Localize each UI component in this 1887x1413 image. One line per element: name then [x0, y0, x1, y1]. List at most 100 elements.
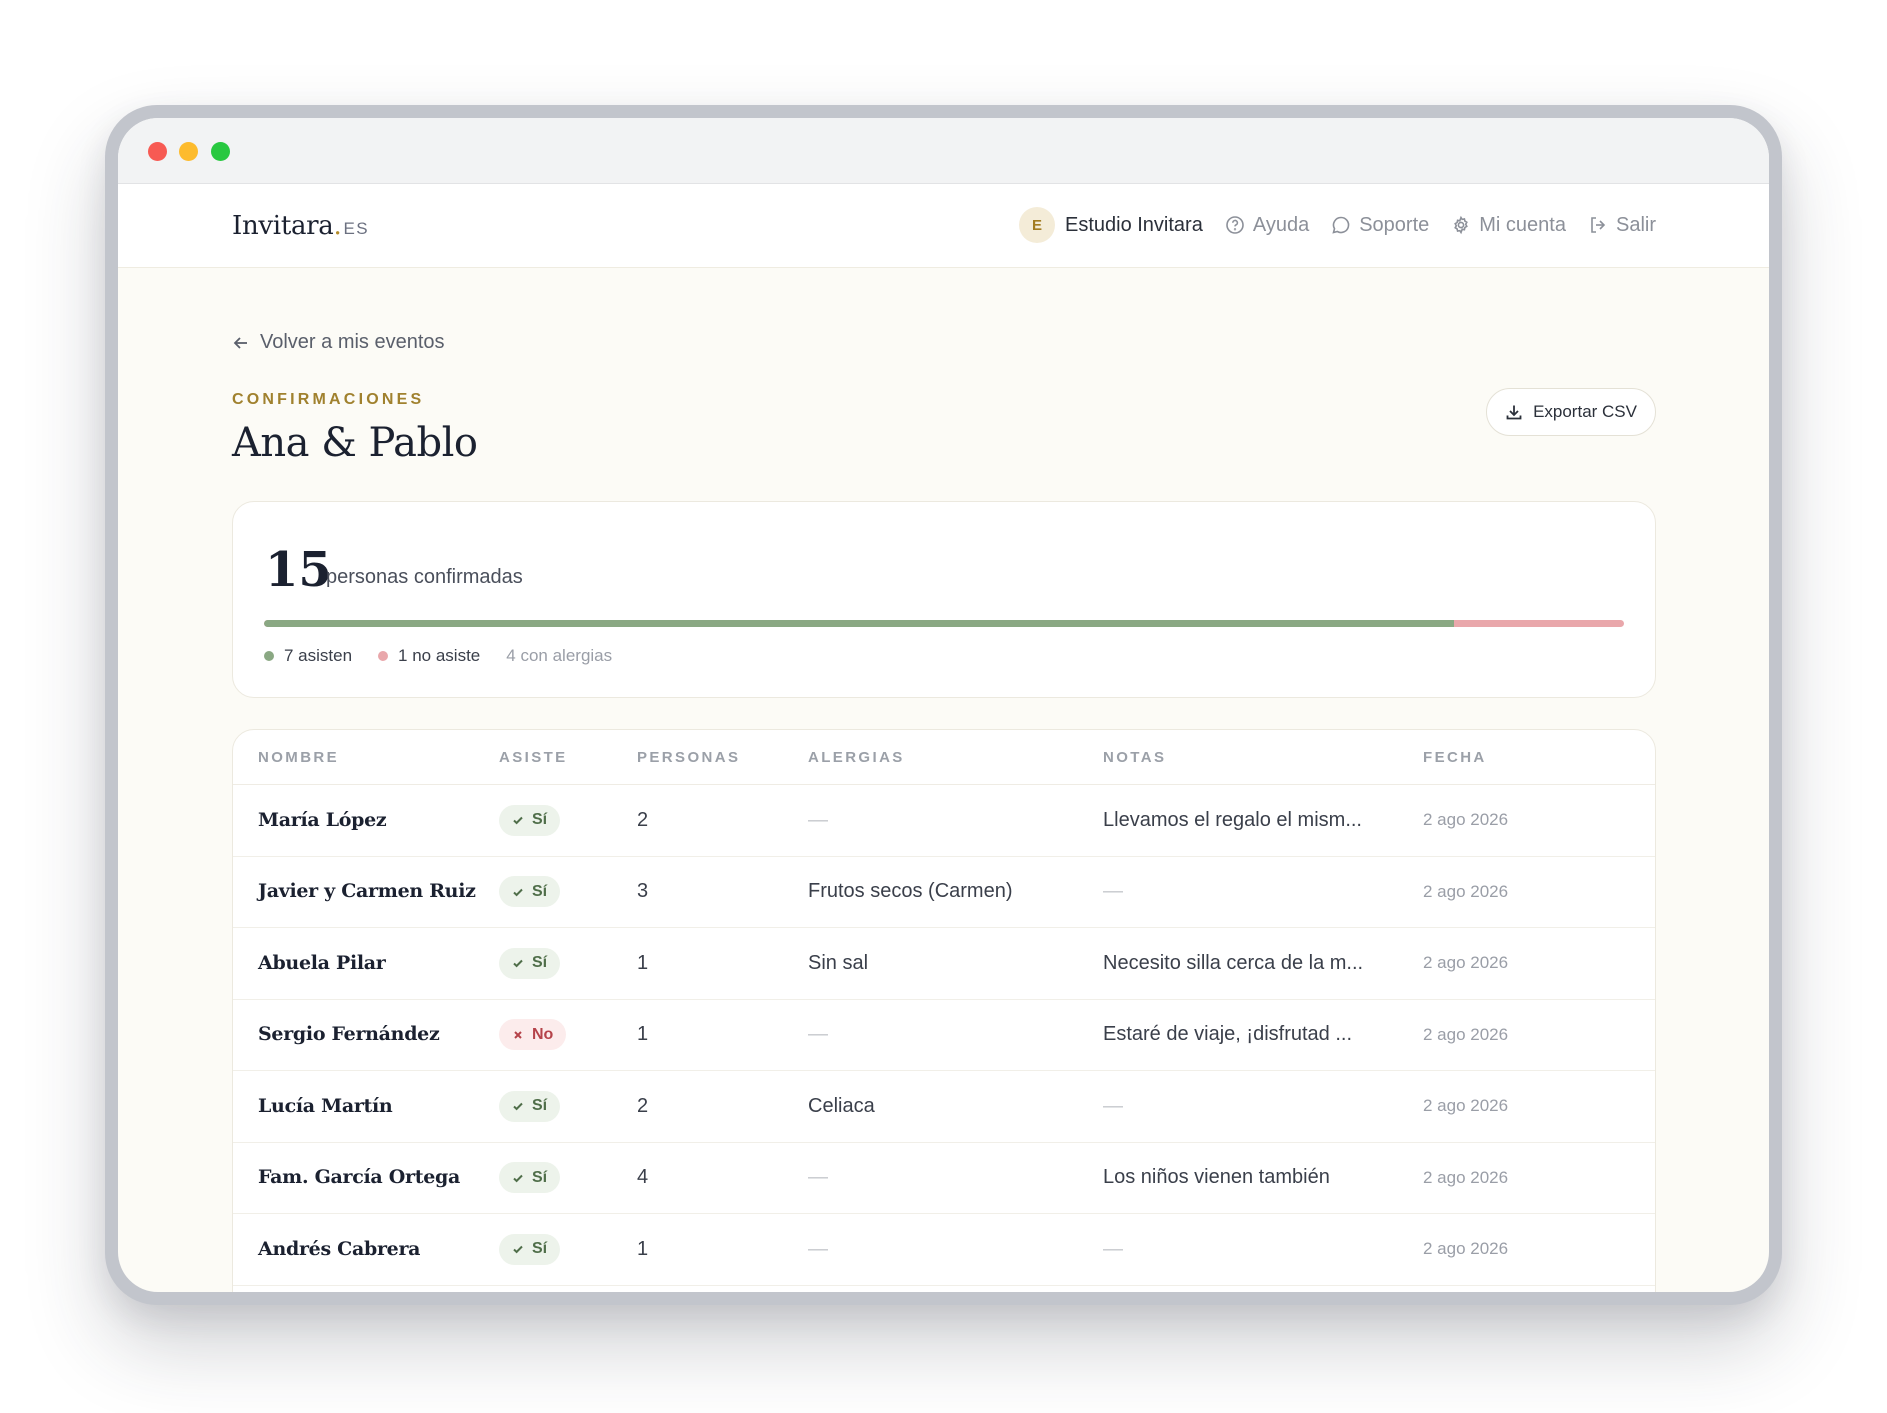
- back-to-events-link[interactable]: Volver a mis eventos: [232, 331, 445, 354]
- cell-date: 2 ago 2026: [1423, 810, 1509, 830]
- cell-allergies: —: [808, 808, 828, 831]
- cell-attends: Sí: [499, 1233, 637, 1265]
- attendance-badge-label: Sí: [532, 1097, 548, 1115]
- brand-dot: .: [333, 211, 342, 241]
- nav-logout-label: Salir: [1615, 213, 1656, 236]
- column-header-people[interactable]: PERSONAS: [637, 749, 808, 766]
- legend-allergies: 4 con alergias: [506, 646, 612, 666]
- back-link-label: Volver a mis eventos: [260, 331, 445, 353]
- x-icon: [514, 1031, 522, 1039]
- column-header-name[interactable]: NOMBRE: [233, 749, 499, 766]
- cell-attends: Sí: [499, 1162, 637, 1194]
- cell-people: 1: [637, 1023, 649, 1046]
- legend-attending-label: 7 asisten: [284, 646, 353, 665]
- attendance-badge-label: Sí: [532, 882, 548, 900]
- cell-name: Sergio Fernández: [233, 1023, 499, 1046]
- cell-people: 3: [637, 880, 649, 903]
- attendance-badge-label: Sí: [532, 811, 548, 829]
- cell-people: 1: [637, 951, 649, 974]
- help-circle-icon: [1226, 216, 1244, 234]
- table-row[interactable]: Andrés Cabrera Sí 1 — — 2 ago 2026: [233, 1214, 1655, 1286]
- cell-people: 2: [637, 1094, 649, 1117]
- check-icon: [513, 960, 523, 968]
- cell-name: Javier y Carmen Ruiz: [233, 880, 499, 903]
- cell-date: 2 ago 2026: [1423, 1024, 1509, 1044]
- guest-name: Fam. García Ortega: [258, 1166, 460, 1189]
- attendance-badge-label: No: [532, 1025, 554, 1043]
- user-name: Estudio Invitara: [1064, 213, 1203, 236]
- browser-window: Invitara. ES E Estudio Invitara Ayuda Sop…: [118, 118, 1769, 1292]
- nav-help-label: Ayuda: [1252, 213, 1310, 236]
- table-row[interactable]: Abuela Pilar Sí 1 Sin sal Necesito silla cer…: [233, 928, 1655, 1000]
- table-row[interactable]: Sergio Fernández No 1 — Estaré de viaje, ¡di…: [233, 1000, 1655, 1071]
- close-window-button[interactable]: [148, 142, 167, 161]
- check-icon: [513, 1246, 523, 1254]
- brand-logo[interactable]: Invitara. ES: [232, 211, 369, 241]
- export-csv-button[interactable]: Exportar CSV: [1486, 388, 1656, 436]
- attendance-badge: Sí: [499, 876, 561, 908]
- cell-allergies: —: [808, 1237, 828, 1260]
- cell-allergies: —: [808, 1166, 828, 1189]
- cell-attends: Sí: [499, 876, 637, 908]
- attendance-badge: Sí: [499, 947, 561, 979]
- minimize-window-button[interactable]: [179, 142, 198, 161]
- cell-people: 4: [637, 1166, 649, 1189]
- attendance-progress-bar: [264, 620, 1624, 627]
- cell-attends: Sí: [499, 1090, 637, 1122]
- cell-notes: Llevamos el regalo el mism...: [1103, 808, 1362, 831]
- cell-allergies: Sin sal: [808, 951, 869, 974]
- export-csv-label: Exportar CSV: [1533, 402, 1637, 421]
- maximize-window-button[interactable]: [211, 142, 230, 161]
- cell-attends: No: [499, 1019, 637, 1051]
- top-navigation: Invitara. ES E Estudio Invitara Ayuda Sop…: [118, 184, 1769, 268]
- cell-notes: —: [1103, 1094, 1123, 1117]
- column-header-allergies[interactable]: ALERGIAS: [808, 749, 1103, 766]
- user-menu[interactable]: E Estudio Invitara: [1018, 207, 1203, 243]
- cell-allergies: Frutos secos (Carmen): [808, 880, 1013, 903]
- table-row[interactable]: Fam. García Ortega Sí 4 — Los niños vienen t…: [233, 1143, 1655, 1214]
- brand-name: Invitara: [232, 211, 334, 241]
- cell-allergies: Celiaca: [808, 1094, 875, 1117]
- attendance-badge: Sí: [499, 1162, 561, 1194]
- cell-date: 2 ago 2026: [1423, 953, 1509, 973]
- guest-name: Andrés Cabrera: [258, 1237, 421, 1260]
- guest-name: Lucía Martín: [258, 1094, 393, 1117]
- table-body: María López Sí 2 — Llevamos el regalo el mis…: [233, 785, 1655, 1286]
- table-row[interactable]: María López Sí 2 — Llevamos el regalo el mis…: [233, 785, 1655, 857]
- cell-attends: Sí: [499, 947, 637, 979]
- rsvp-table: NOMBRE ASISTE PERSONAS ALERGIAS NOTAS FE…: [232, 729, 1656, 1292]
- section-eyebrow: CONFIRMACIONES: [232, 391, 425, 408]
- page-title: Ana & Pablo: [232, 420, 478, 466]
- nav-help-link[interactable]: Ayuda: [1225, 214, 1309, 237]
- attendance-badge-label: Sí: [532, 1240, 548, 1258]
- legend-not-attending-swatch: [378, 651, 389, 661]
- column-header-date[interactable]: FECHA: [1423, 749, 1655, 766]
- table-row[interactable]: Javier y Carmen Ruiz Sí 3 Frutos secos (Car…: [233, 857, 1655, 928]
- cell-attends: Sí: [499, 804, 637, 836]
- brand-tld: ES: [343, 219, 370, 238]
- attendance-badge: No: [499, 1019, 567, 1051]
- cell-date: 2 ago 2026: [1423, 1096, 1509, 1116]
- arrow-left-icon: [233, 336, 247, 349]
- window-titlebar: [118, 118, 1769, 184]
- nav-account-link[interactable]: Mi cuenta: [1451, 214, 1566, 237]
- confirmed-count: 15: [265, 542, 332, 598]
- nav-support-link[interactable]: Soporte: [1331, 214, 1429, 237]
- column-header-notes[interactable]: NOTAS: [1103, 749, 1423, 766]
- check-icon: [513, 1174, 523, 1183]
- cell-notes: —: [1103, 880, 1123, 903]
- cell-notes: Estaré de viaje, ¡disfrutad ...: [1103, 1023, 1353, 1046]
- legend-attending: 7 asisten: [264, 646, 352, 666]
- nav-links: E Estudio Invitara Ayuda Soporte Mi cuen…: [1018, 207, 1656, 243]
- nav-account-label: Mi cuenta: [1479, 213, 1566, 236]
- attendance-progress-fill: [264, 620, 1454, 627]
- gear-icon: [1454, 215, 1469, 235]
- table-header: NOMBRE ASISTE PERSONAS ALERGIAS NOTAS FE…: [233, 730, 1655, 785]
- table-row[interactable]: Lucía Martín Sí 2 Celiaca — 2 ago 2026: [233, 1071, 1655, 1143]
- nav-logout-link[interactable]: Salir: [1588, 214, 1656, 237]
- chat-bubble-icon: [1332, 216, 1350, 234]
- cell-people: 2: [637, 808, 649, 831]
- cell-name: Lucía Martín: [233, 1095, 499, 1118]
- legend-not-attending-label: 1 no asiste: [398, 646, 481, 665]
- column-header-attends[interactable]: ASISTE: [499, 749, 637, 766]
